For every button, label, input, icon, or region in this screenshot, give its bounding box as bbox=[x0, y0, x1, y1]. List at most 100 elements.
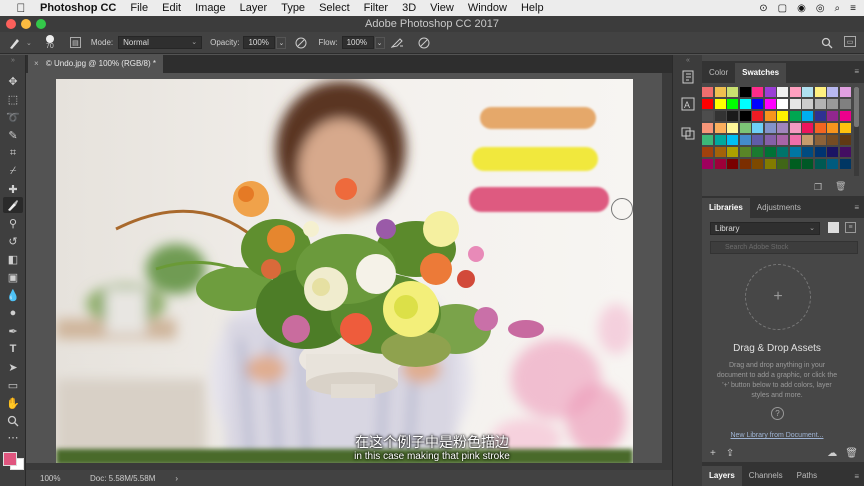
swatch[interactable] bbox=[839, 123, 851, 133]
swatch[interactable] bbox=[739, 123, 751, 133]
swatch[interactable] bbox=[727, 135, 738, 145]
brush-tool-icon[interactable] bbox=[3, 197, 23, 213]
siri-icon[interactable]: ◎ bbox=[816, 3, 825, 14]
swatch[interactable] bbox=[802, 99, 813, 109]
swatch[interactable] bbox=[702, 111, 713, 121]
menu-view[interactable]: View bbox=[430, 2, 454, 14]
swatch[interactable] bbox=[714, 135, 726, 145]
zoom-level[interactable]: 100% bbox=[26, 474, 66, 483]
swatch[interactable] bbox=[777, 99, 788, 109]
swatch[interactable] bbox=[702, 87, 713, 97]
menu-layer[interactable]: Layer bbox=[240, 2, 268, 14]
apple-menu-icon[interactable]:  bbox=[14, 1, 28, 15]
swatch[interactable] bbox=[727, 159, 738, 169]
swatch[interactable] bbox=[702, 123, 713, 133]
swatch[interactable] bbox=[714, 147, 726, 157]
clone-stamp-tool-icon[interactable]: ⚲ bbox=[3, 215, 23, 231]
marquee-tool-icon[interactable]: ⬚ bbox=[3, 91, 23, 107]
rectangle-tool-icon[interactable]: ▭ bbox=[3, 377, 23, 393]
swatch[interactable] bbox=[802, 159, 813, 169]
swatch[interactable] bbox=[777, 159, 788, 169]
canvas-horizontal-scrollbar[interactable] bbox=[26, 463, 662, 470]
document-canvas[interactable] bbox=[56, 79, 633, 465]
pen-tool-icon[interactable]: ✒ bbox=[3, 323, 23, 339]
swatch[interactable] bbox=[814, 147, 826, 157]
swatch[interactable] bbox=[739, 111, 751, 121]
tab-libraries[interactable]: Libraries bbox=[702, 198, 750, 218]
toolbar-collapse-icon[interactable]: » bbox=[3, 57, 23, 64]
swatch[interactable] bbox=[739, 135, 751, 145]
tab-channels[interactable]: Channels bbox=[742, 466, 790, 486]
pressure-opacity-toggle[interactable] bbox=[294, 36, 308, 50]
path-selection-tool-icon[interactable]: ➤ bbox=[3, 359, 23, 375]
document-tab[interactable]: × © Undo.jpg @ 100% (RGB/8) * bbox=[28, 55, 163, 73]
healing-brush-tool-icon[interactable]: ✚ bbox=[3, 181, 23, 197]
eyedropper-tool-icon[interactable]: ⌿ bbox=[3, 163, 23, 179]
tab-adjustments[interactable]: Adjustments bbox=[750, 198, 808, 218]
swatch[interactable] bbox=[802, 135, 813, 145]
swatch[interactable] bbox=[714, 87, 726, 97]
swatch[interactable] bbox=[727, 99, 738, 109]
swatch[interactable] bbox=[839, 87, 851, 97]
record-icon[interactable]: ◉ bbox=[797, 3, 806, 14]
add-element-icon[interactable]: + bbox=[710, 448, 716, 459]
swatch[interactable] bbox=[827, 135, 838, 145]
search-button[interactable] bbox=[820, 36, 834, 50]
swatch[interactable] bbox=[739, 87, 751, 97]
swatch[interactable] bbox=[752, 87, 763, 97]
menu-edit[interactable]: Edit bbox=[162, 2, 181, 14]
swatch[interactable] bbox=[727, 123, 738, 133]
lasso-tool-icon[interactable]: ➰ bbox=[3, 109, 23, 125]
swatch[interactable] bbox=[752, 123, 763, 133]
tool-preset-picker[interactable]: ⌄ bbox=[8, 36, 32, 50]
swatch[interactable] bbox=[702, 135, 713, 145]
history-panel-icon[interactable] bbox=[680, 69, 696, 85]
spotlight-icon[interactable]: ⌕ bbox=[835, 3, 841, 14]
swatch[interactable] bbox=[802, 87, 813, 97]
history-brush-tool-icon[interactable]: ↺ bbox=[3, 233, 23, 249]
swatch[interactable] bbox=[764, 111, 776, 121]
menu-app-name[interactable]: Photoshop CC bbox=[40, 2, 116, 14]
swatch[interactable] bbox=[777, 123, 788, 133]
menu-window[interactable]: Window bbox=[468, 2, 507, 14]
swatch[interactable] bbox=[802, 147, 813, 157]
swatch[interactable] bbox=[764, 87, 776, 97]
swatch[interactable] bbox=[789, 99, 801, 109]
gradient-tool-icon[interactable]: ▣ bbox=[3, 269, 23, 285]
swatch[interactable] bbox=[702, 99, 713, 109]
swatch[interactable] bbox=[839, 99, 851, 109]
tab-swatches[interactable]: Swatches bbox=[735, 63, 787, 83]
swatch[interactable] bbox=[752, 135, 763, 145]
menu-image[interactable]: Image bbox=[195, 2, 226, 14]
swatch[interactable] bbox=[802, 123, 813, 133]
swatch[interactable] bbox=[789, 87, 801, 97]
hand-tool-icon[interactable]: ✋ bbox=[3, 395, 23, 411]
swatch[interactable] bbox=[777, 135, 788, 145]
panel-menu-icon[interactable]: ≡ bbox=[854, 472, 859, 481]
swatch[interactable] bbox=[827, 123, 838, 133]
swatch[interactable] bbox=[752, 159, 763, 169]
airbrush-toggle[interactable] bbox=[391, 36, 405, 50]
notification-center-icon[interactable]: ≡ bbox=[850, 3, 856, 14]
blur-tool-icon[interactable]: 💧 bbox=[3, 287, 23, 303]
swatch[interactable] bbox=[839, 159, 851, 169]
swatch[interactable] bbox=[814, 99, 826, 109]
close-icon[interactable]: × bbox=[34, 59, 39, 68]
new-swatch-icon[interactable]: ❐ bbox=[814, 182, 822, 193]
swatch[interactable] bbox=[764, 147, 776, 157]
swatch[interactable] bbox=[752, 111, 763, 121]
canvas-vertical-scrollbar[interactable] bbox=[662, 73, 672, 470]
swatch[interactable] bbox=[764, 159, 776, 169]
swatch[interactable] bbox=[739, 147, 751, 157]
pressure-size-toggle[interactable] bbox=[417, 36, 431, 50]
swatch[interactable] bbox=[727, 87, 738, 97]
swatch[interactable] bbox=[827, 87, 838, 97]
menu-help[interactable]: Help bbox=[521, 2, 544, 14]
swatch[interactable] bbox=[839, 111, 851, 121]
swatch[interactable] bbox=[814, 159, 826, 169]
swatch[interactable] bbox=[702, 159, 713, 169]
swatch[interactable] bbox=[789, 123, 801, 133]
swatch[interactable] bbox=[802, 111, 813, 121]
cloud-sync-icon[interactable]: ☁ bbox=[827, 448, 837, 459]
close-window-button[interactable] bbox=[6, 19, 16, 29]
